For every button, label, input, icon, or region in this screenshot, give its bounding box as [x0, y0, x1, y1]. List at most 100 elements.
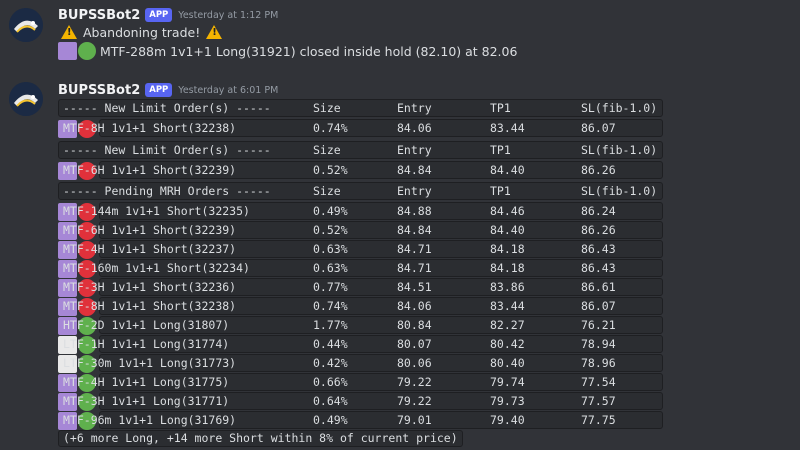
size-cell: 0.77% — [313, 280, 348, 294]
bot-avatar[interactable] — [9, 8, 43, 42]
size-cell: 0.74% — [313, 121, 348, 135]
code-block: LTF-30m 1v1+1 Long(31773) 0.42% 80.06 80.40… — [63, 354, 663, 372]
size-cell: 0.74% — [313, 299, 348, 313]
code-block: MTF-8H 1v1+1 Short(32238) 0.74% 84.06 83.44… — [63, 297, 663, 315]
tp1-cell: 80.42 — [490, 337, 525, 351]
code-block: MTF-8H 1v1+1 Short(32238) 0.74% 84.06 83.44… — [63, 119, 663, 137]
bot-avatar[interactable] — [9, 82, 43, 116]
purple-square-icon — [58, 42, 77, 60]
code-block: HTF-2D 1v1+1 Long(31807) 1.77% 80.84 82.27 7… — [63, 316, 663, 334]
code-block: MTF-6H 1v1+1 Short(32239) 0.52% 84.84 84.40… — [63, 221, 663, 239]
sl-cell: SL(fib-1.0) — [581, 143, 658, 157]
timestamp[interactable]: Yesterday at 6:01 PM — [178, 85, 278, 96]
size-cell: 0.49% — [313, 204, 348, 218]
code-block: MTF-6H 1v1+1 Short(32239) 0.52% 84.84 84.40… — [63, 161, 663, 179]
tp1-cell: TP1 — [490, 143, 511, 157]
tp1-cell: 84.18 — [490, 242, 525, 256]
tp1-cell: 79.40 — [490, 413, 525, 427]
sl-cell: 77.75 — [581, 413, 616, 427]
tp1-cell: TP1 — [490, 101, 511, 115]
order-name: MTF-160m 1v1+1 Short(32234) — [63, 261, 250, 275]
entry-cell: 80.07 — [397, 337, 432, 351]
code-block: MTF-4H 1v1+1 Long(31775) 0.66% 79.22 79.74 7… — [63, 373, 663, 391]
order-name: ----- Pending MRH Orders ----- — [63, 184, 271, 198]
order-name: MTF-3H 1v1+1 Short(32236) — [63, 280, 237, 294]
tp1-cell: 83.44 — [490, 121, 525, 135]
entry-cell: 84.84 — [397, 163, 432, 177]
sl-cell: 86.61 — [581, 280, 616, 294]
tp1-cell: 79.74 — [490, 375, 525, 389]
code-block: ----- New Limit Order(s) ----- Size Entry T… — [58, 99, 663, 117]
code-block: ----- Pending MRH Orders ----- Size Entry T… — [58, 182, 663, 200]
timestamp[interactable]: Yesterday at 1:12 PM — [178, 10, 278, 21]
entry-cell: 84.06 — [397, 121, 432, 135]
size-cell: 0.49% — [313, 413, 348, 427]
tp1-cell: 79.73 — [490, 394, 525, 408]
bot-avatar-logo — [9, 82, 43, 116]
order-name: ----- New Limit Order(s) ----- — [63, 101, 271, 115]
size-cell: Size — [313, 184, 341, 198]
entry-cell: 84.88 — [397, 204, 432, 218]
tp1-cell: 83.44 — [490, 299, 525, 313]
order-name: MTF-4H 1v1+1 Long(31775) — [63, 375, 230, 389]
order-name: MTF-144m 1v1+1 Short(32235) — [63, 204, 250, 218]
size-cell: 0.63% — [313, 261, 348, 275]
closed-line: MTF-288m 1v1+1 Long(31921) closed inside… — [58, 42, 517, 60]
tp1-cell: 80.40 — [490, 356, 525, 370]
bot-avatar-logo — [9, 8, 43, 42]
entry-cell: 84.51 — [397, 280, 432, 294]
sl-cell: SL(fib-1.0) — [581, 101, 658, 115]
summary-footer: (+6 more Long, +14 more Short within 8% … — [58, 430, 463, 447]
order-name: MTF-6H 1v1+1 Short(32239) — [63, 163, 237, 177]
order-name: LTF-30m 1v1+1 Long(31773) — [63, 356, 237, 370]
tp1-cell: 84.40 — [490, 163, 525, 177]
abandon-text: Abandoning trade! — [83, 24, 201, 40]
username[interactable]: BUPSSBot2 — [58, 8, 140, 23]
size-cell: 1.77% — [313, 318, 348, 332]
order-name: MTF-96m 1v1+1 Long(31769) — [63, 413, 237, 427]
order-name: MTF-8H 1v1+1 Short(32238) — [63, 121, 237, 135]
warning-icon — [61, 25, 77, 39]
sl-cell: 86.26 — [581, 163, 616, 177]
entry-cell: 80.06 — [397, 356, 432, 370]
entry-cell: Entry — [397, 143, 432, 157]
entry-cell: 84.84 — [397, 223, 432, 237]
entry-cell: 80.84 — [397, 318, 432, 332]
code-block: ----- New Limit Order(s) ----- Size Entry T… — [58, 141, 663, 159]
entry-cell: 84.06 — [397, 299, 432, 313]
code-block: MTF-3H 1v1+1 Short(32236) 0.77% 84.51 83.86… — [63, 278, 663, 296]
sl-cell: 86.26 — [581, 223, 616, 237]
sl-cell: 86.07 — [581, 299, 616, 313]
code-block: MTF-96m 1v1+1 Long(31769) 0.49% 79.01 79.40… — [63, 411, 663, 429]
entry-cell: 79.22 — [397, 394, 432, 408]
abandon-line: Abandoning trade! — [58, 23, 225, 41]
order-name: LTF-1H 1v1+1 Long(31774) — [63, 337, 230, 351]
sl-cell: 86.24 — [581, 204, 616, 218]
code-block: MTF-144m 1v1+1 Short(32235) 0.49% 84.88 84.… — [63, 202, 663, 220]
app-badge: APP — [145, 8, 173, 22]
order-name: ----- New Limit Order(s) ----- — [63, 143, 271, 157]
size-cell: 0.64% — [313, 394, 348, 408]
sl-cell: 86.07 — [581, 121, 616, 135]
sl-cell: 78.94 — [581, 337, 616, 351]
closed-text: MTF-288m 1v1+1 Long(31921) closed inside… — [100, 43, 518, 59]
entry-cell: Entry — [397, 101, 432, 115]
entry-cell: 84.71 — [397, 242, 432, 256]
sl-cell: SL(fib-1.0) — [581, 184, 658, 198]
size-cell: Size — [313, 143, 341, 157]
sl-cell: 77.57 — [581, 394, 616, 408]
tp1-cell: 82.27 — [490, 318, 525, 332]
tp1-cell: 84.18 — [490, 261, 525, 275]
app-badge: APP — [145, 83, 173, 97]
tp1-cell: 83.86 — [490, 280, 525, 294]
size-cell: 0.63% — [313, 242, 348, 256]
code-block: MTF-4H 1v1+1 Short(32237) 0.63% 84.71 84.18… — [63, 240, 663, 258]
green-circle-icon — [78, 42, 96, 60]
order-name: MTF-3H 1v1+1 Long(31771) — [63, 394, 230, 408]
username[interactable]: BUPSSBot2 — [58, 83, 140, 98]
sl-cell: 86.43 — [581, 261, 616, 275]
order-name: MTF-8H 1v1+1 Short(32238) — [63, 299, 237, 313]
order-name: MTF-4H 1v1+1 Short(32237) — [63, 242, 237, 256]
sl-cell: 77.54 — [581, 375, 616, 389]
sl-cell: 78.96 — [581, 356, 616, 370]
